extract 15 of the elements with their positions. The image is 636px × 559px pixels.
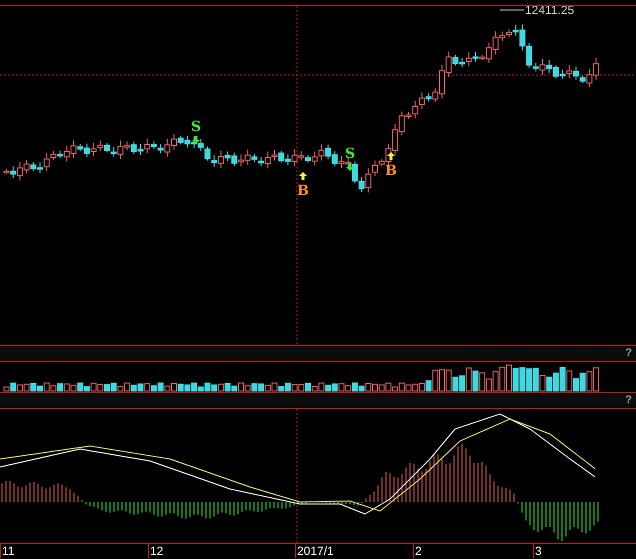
sell-signal-label: S <box>344 146 356 162</box>
sell-signal-label: S <box>190 119 202 135</box>
help-button[interactable]: ? <box>625 348 636 359</box>
up-arrow-icon <box>387 152 395 160</box>
axis-label: 11 <box>1 544 16 558</box>
axis-label: 3 <box>534 544 543 558</box>
buy-signal-label: B <box>385 163 397 179</box>
buy-signal-label: B <box>297 183 309 199</box>
down-arrow-icon <box>346 163 354 171</box>
axis-label: 2017/1 <box>296 544 335 558</box>
axis-label: 12 <box>149 544 164 558</box>
axis-label: 2 <box>414 544 423 558</box>
help-button[interactable]: ? <box>625 395 636 406</box>
down-arrow-icon <box>192 136 200 144</box>
up-arrow-icon <box>299 172 307 180</box>
